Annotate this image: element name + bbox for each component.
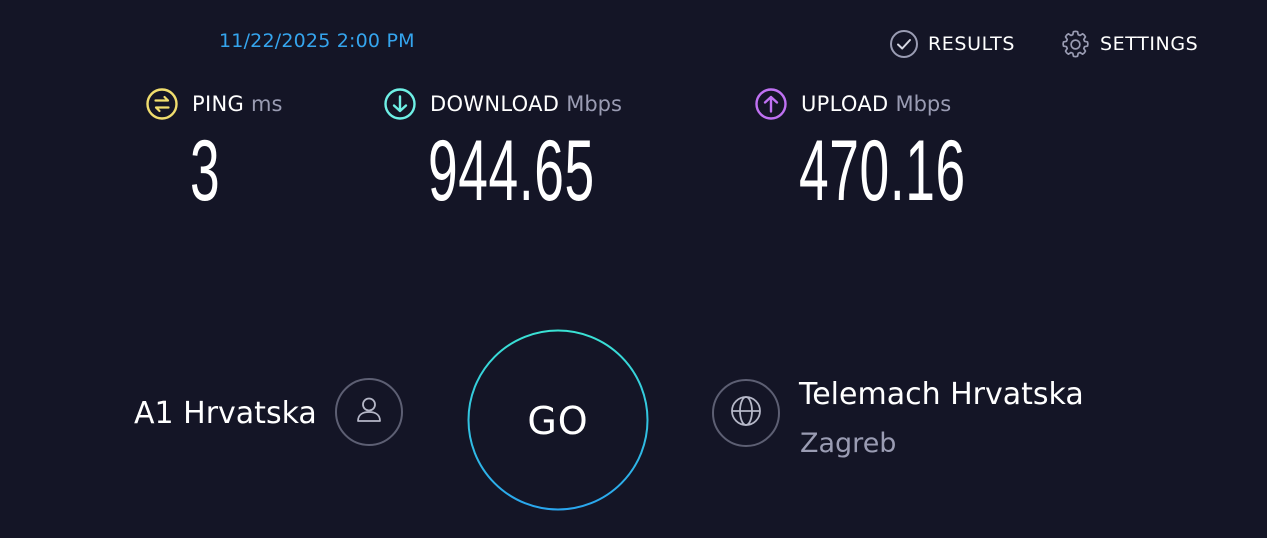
ping-metric: PING ms 3 (146, 88, 283, 214)
upload-unit: Mbps (895, 92, 952, 116)
settings-link[interactable]: SETTINGS (1060, 29, 1198, 59)
gear-icon (1060, 29, 1091, 60)
upload-label: UPLOAD (801, 92, 889, 116)
go-button[interactable]: GO (467, 329, 649, 511)
ping-value: 3 (190, 123, 221, 219)
server-name[interactable]: Telemach Hrvatska (799, 377, 1084, 412)
ping-label: PING (192, 92, 245, 116)
test-timestamp: 11/22/2025 2:00 PM (219, 30, 415, 52)
user-icon (351, 392, 387, 432)
upload-arrow-icon (755, 88, 801, 120)
settings-label: SETTINGS (1100, 33, 1199, 55)
results-link[interactable]: RESULTS (889, 29, 1015, 59)
upload-value: 470.16 (799, 123, 966, 219)
download-unit: Mbps (566, 92, 622, 116)
results-label: RESULTS (928, 33, 1016, 55)
change-isp-button[interactable] (335, 378, 403, 446)
ping-unit: ms (251, 92, 283, 116)
ping-icon (146, 88, 192, 120)
server-location: Zagreb (800, 428, 897, 459)
checkmark-circle-icon (889, 29, 919, 59)
change-server-button[interactable] (712, 379, 780, 447)
go-label: GO (527, 399, 589, 443)
globe-icon (728, 393, 764, 433)
download-metric: DOWNLOAD Mbps 944.65 (384, 88, 622, 214)
download-label: DOWNLOAD (430, 92, 560, 116)
download-arrow-icon (384, 88, 430, 120)
download-value: 944.65 (428, 123, 595, 219)
speedtest-screen: 11/22/2025 2:00 PM RESULTS SETTINGS PING… (0, 0, 1267, 538)
isp-name: A1 Hrvatska (134, 396, 317, 431)
upload-metric: UPLOAD Mbps 470.16 (755, 88, 965, 214)
